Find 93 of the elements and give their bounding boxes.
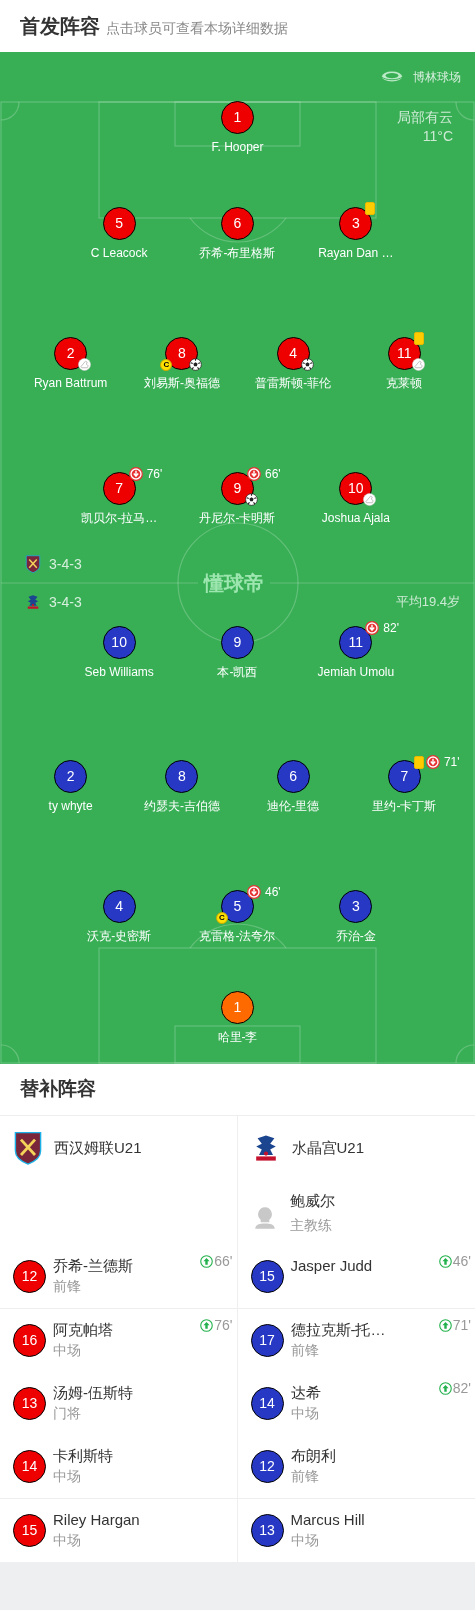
player-name[interactable]: 丹尼尔-卡明斯 (199, 510, 276, 526)
football-icon (300, 358, 314, 371)
player-name[interactable]: C Leacock (90, 245, 148, 261)
player-name[interactable]: Ryan Battrum (33, 375, 108, 391)
pitch-logo-text: 懂球帝 (198, 570, 270, 596)
temperature-text: 11°C (422, 127, 453, 146)
substitution-in-icon (438, 1382, 452, 1395)
player-number-badge[interactable]: 15 (13, 1514, 46, 1547)
substitution-minute: 71' (443, 755, 460, 769)
player-name[interactable]: 哈里-李 (217, 1029, 258, 1045)
substitution-minute: 71' (452, 1316, 471, 1335)
player-name[interactable]: Jemiah Umolu (317, 664, 395, 680)
player-name[interactable]: 乔希-布里格斯 (199, 245, 276, 261)
formation-text: 3-4-3 (49, 554, 82, 574)
substitution-out-icon (247, 467, 261, 481)
player-number-badge[interactable]: 13 (13, 1387, 46, 1420)
substitution-minute: 46' (265, 885, 281, 899)
player-name[interactable]: Joshua Ajala (321, 510, 390, 526)
average-age-text: 平均19.4岁 (395, 593, 460, 612)
substitution-minute: 82' (383, 621, 399, 635)
player-name[interactable]: 普雷斯顿-菲伦 (255, 375, 332, 391)
booking-card-icon (413, 755, 424, 769)
player-name[interactable]: 刘易斯-奥福德 (143, 375, 220, 391)
player-name[interactable]: 德拉克斯-托… (290, 1319, 386, 1340)
booking-card-icon (365, 202, 376, 215)
player-name[interactable]: 克雷格-法夸尔 (199, 928, 276, 944)
player-name[interactable]: 卡利斯特 (53, 1445, 113, 1466)
player-name[interactable]: 汤姆-伍斯特 (53, 1382, 133, 1403)
football-icon (189, 358, 203, 371)
substitution-minute: 82' (452, 1379, 471, 1398)
substitution-out-icon (425, 755, 440, 769)
booking-card-icon (413, 332, 424, 345)
shield-crest-icon (25, 555, 41, 573)
player-name[interactable]: 克莱顿 (386, 375, 423, 391)
player-name[interactable]: 达希 (290, 1382, 321, 1403)
player-number-badge[interactable]: 16 (13, 1324, 46, 1357)
football-icon (245, 493, 258, 506)
player-number-badge[interactable]: 13 (250, 1514, 284, 1547)
section-title: 首发阵容 (20, 14, 100, 39)
player-name[interactable]: Rayan Dan … (318, 245, 394, 261)
player-name[interactable]: 迪伦-里德 (267, 798, 320, 814)
player-name[interactable]: 乔治-金 (335, 928, 376, 944)
player-name[interactable]: 布朗利 (290, 1445, 336, 1466)
substitution-minute: 66' (214, 1252, 233, 1271)
player-position: 中场 (290, 1531, 320, 1550)
player-name[interactable]: ty whyte (48, 798, 93, 814)
player-name[interactable]: 沃克-史密斯 (87, 928, 152, 944)
substitution-minute: 76' (214, 1316, 233, 1335)
player-position: 前锋 (290, 1341, 320, 1360)
eagle-crest-icon (25, 593, 41, 611)
player-number-badge[interactable]: 14 (13, 1450, 46, 1483)
player-name[interactable]: Marcus Hill (290, 1509, 365, 1530)
player-name[interactable]: 阿克帕塔 (53, 1319, 113, 1340)
player-name[interactable]: 乔希-兰德斯 (53, 1255, 133, 1276)
substitution-in-icon (200, 1319, 214, 1332)
player-position: 中场 (53, 1341, 82, 1360)
section-title: 替补阵容 (20, 1077, 96, 1102)
substitution-in-icon (438, 1255, 452, 1268)
substitution-minute: 66' (265, 467, 281, 481)
player-name[interactable]: Jasper Judd (290, 1255, 373, 1276)
substitution-out-icon (247, 885, 261, 899)
player-name[interactable]: Riley Hargan (53, 1509, 140, 1530)
substitution-minute: 76' (146, 467, 163, 481)
team-name: 西汉姆联U21 (54, 1137, 142, 1158)
player-position: 中场 (53, 1467, 82, 1486)
player-name[interactable]: 凯贝尔-拉马… (81, 510, 158, 526)
coach-role: 主教练 (289, 1215, 333, 1235)
player-name[interactable]: 里约-卡丁斯 (372, 798, 437, 814)
player-position: 中场 (53, 1531, 82, 1550)
substitution-in-icon (438, 1319, 452, 1332)
section-subtitle: 点击球员可查看本场详细数据 (106, 19, 288, 38)
player-number-badge[interactable]: 12 (13, 1260, 46, 1293)
player-position: 门将 (53, 1404, 82, 1423)
coach-name[interactable]: 鲍威尔 (289, 1189, 335, 1212)
player-position: 前锋 (290, 1467, 320, 1486)
player-position: 中场 (290, 1404, 320, 1423)
substitution-in-icon (200, 1255, 214, 1268)
formation-text: 3-4-3 (49, 592, 82, 612)
player-position: 前锋 (53, 1277, 82, 1296)
stadium-icon (381, 70, 403, 83)
player-name[interactable]: 本-凯西 (217, 664, 258, 680)
player-name[interactable]: F. Hooper (211, 139, 264, 155)
player-number-badge[interactable]: 12 (250, 1450, 284, 1483)
substitution-minute: 46' (452, 1252, 471, 1271)
player-number-badge[interactable]: 17 (250, 1324, 284, 1357)
team-name: 水晶宫U21 (291, 1137, 365, 1158)
weather-text: 局部有云 (397, 108, 453, 127)
player-number-badge[interactable]: 15 (250, 1260, 284, 1293)
shield-crest-icon (14, 1131, 42, 1165)
player-name[interactable]: Seb Williams (84, 664, 154, 680)
stadium-name: 博林球场 (413, 68, 461, 86)
player-name[interactable]: 约瑟夫-吉伯德 (143, 798, 220, 814)
player-number-badge[interactable]: 14 (250, 1387, 284, 1420)
